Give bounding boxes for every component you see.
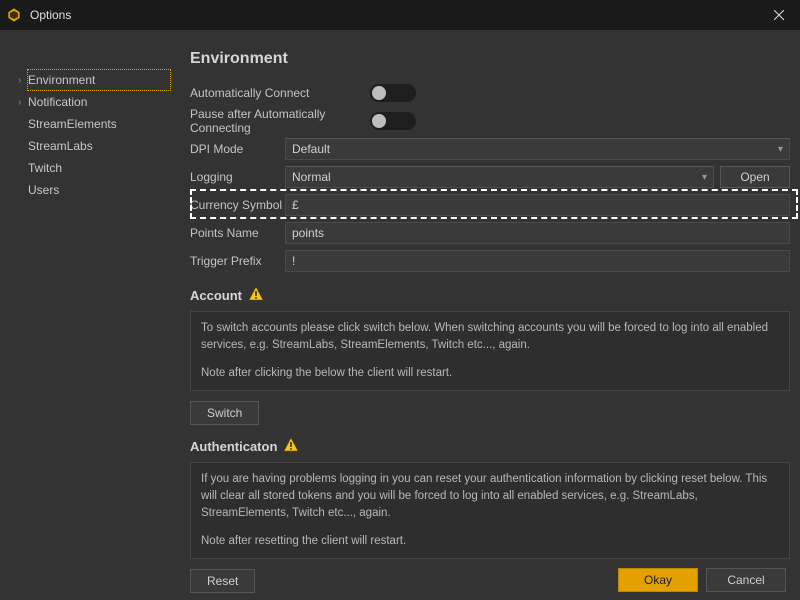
points-name-label: Points Name xyxy=(190,226,285,240)
window-titlebar: Options xyxy=(0,0,800,30)
dpi-mode-select[interactable]: Default ▾ xyxy=(285,138,790,160)
sidebar-item-environment[interactable]: › Environment xyxy=(28,70,170,90)
sidebar-item-label: Environment xyxy=(28,73,95,87)
logging-select[interactable]: Normal ▾ xyxy=(285,166,714,188)
pause-after-label: Pause after Automatically Connecting xyxy=(190,107,370,135)
currency-symbol-label: Currency Symbol xyxy=(190,198,285,212)
account-header: Account xyxy=(190,286,800,305)
options-main-panel: Environment Automatically Connect Pause … xyxy=(180,30,800,560)
account-info: To switch accounts please click switch b… xyxy=(190,311,790,391)
currency-symbol-input[interactable]: £ xyxy=(285,194,790,216)
auto-connect-label: Automatically Connect xyxy=(190,86,370,100)
currency-symbol-value: £ xyxy=(292,198,299,212)
chevron-down-icon: ▾ xyxy=(778,144,783,155)
trigger-prefix-value: ! xyxy=(292,254,295,268)
chevron-right-icon: › xyxy=(18,75,28,86)
account-info-text2: Note after clicking the below the client… xyxy=(201,365,779,382)
logging-value: Normal xyxy=(292,170,331,184)
pause-after-toggle[interactable] xyxy=(370,112,416,130)
dpi-mode-label: DPI Mode xyxy=(190,142,285,156)
authentication-header: Authenticaton xyxy=(190,437,800,456)
logging-label: Logging xyxy=(190,170,285,184)
warning-icon xyxy=(283,437,299,456)
trigger-prefix-input[interactable]: ! xyxy=(285,250,790,272)
account-info-text1: To switch accounts please click switch b… xyxy=(201,320,779,355)
dpi-mode-value: Default xyxy=(292,142,330,156)
authentication-info: If you are having problems logging in yo… xyxy=(190,462,790,559)
trigger-prefix-label: Trigger Prefix xyxy=(190,254,285,268)
logging-open-button[interactable]: Open xyxy=(720,166,790,188)
chevron-right-icon: › xyxy=(18,97,28,108)
options-sidebar: › Environment › Notification › StreamEle… xyxy=(0,30,180,560)
window-close-button[interactable] xyxy=(764,0,794,30)
reset-authentication-button[interactable]: Reset xyxy=(190,569,255,593)
sidebar-item-label: Twitch xyxy=(28,161,62,175)
sidebar-item-notification[interactable]: › Notification xyxy=(28,92,170,112)
chevron-down-icon: ▾ xyxy=(702,172,707,183)
sidebar-item-label: Notification xyxy=(28,95,87,109)
warning-icon xyxy=(248,286,264,305)
sidebar-item-label: Users xyxy=(28,183,59,197)
sidebar-item-users[interactable]: › Users xyxy=(28,180,170,200)
points-name-value: points xyxy=(292,226,324,240)
app-icon xyxy=(6,7,22,23)
page-title: Environment xyxy=(190,50,800,68)
sidebar-item-twitch[interactable]: › Twitch xyxy=(28,158,170,178)
points-name-input[interactable]: points xyxy=(285,222,790,244)
sidebar-item-streamelements[interactable]: › StreamElements xyxy=(28,114,170,134)
switch-account-button[interactable]: Switch xyxy=(190,401,259,425)
window-title: Options xyxy=(30,8,764,22)
sidebar-item-label: StreamLabs xyxy=(28,139,93,153)
authentication-info-text2: Note after resetting the client will res… xyxy=(201,533,779,550)
close-icon xyxy=(774,10,784,20)
sidebar-item-streamlabs[interactable]: › StreamLabs xyxy=(28,136,170,156)
authentication-info-text1: If you are having problems logging in yo… xyxy=(201,471,779,523)
auto-connect-toggle[interactable] xyxy=(370,84,416,102)
sidebar-item-label: StreamElements xyxy=(28,117,117,131)
